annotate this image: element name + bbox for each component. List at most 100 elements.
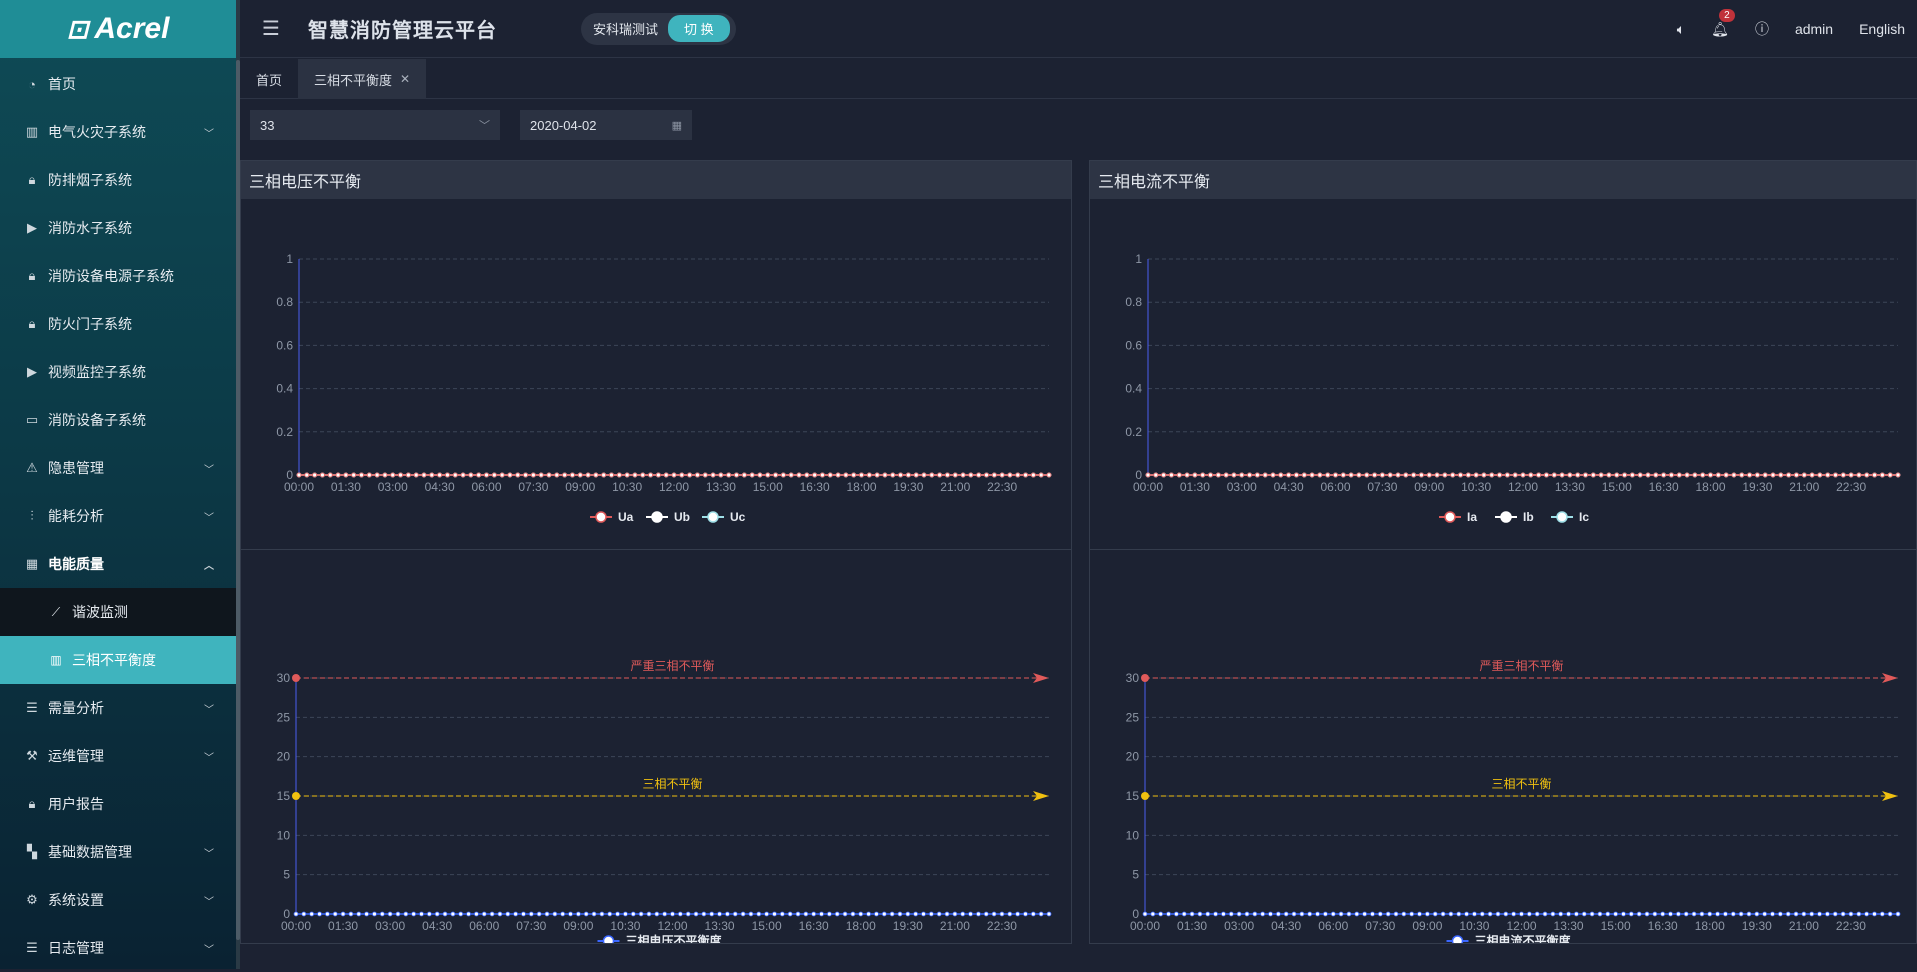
data-point xyxy=(429,472,435,478)
data-point xyxy=(1338,911,1344,917)
data-point xyxy=(476,472,482,478)
data-point xyxy=(1801,472,1807,478)
data-point xyxy=(1473,472,1479,478)
x-tick-label: 00:00 xyxy=(281,919,311,933)
data-point xyxy=(348,911,354,917)
close-icon[interactable]: ✕ xyxy=(400,72,410,86)
panel-divider xyxy=(241,549,1071,550)
data-point xyxy=(1497,472,1502,478)
sidebar-subitem[interactable]: ▥ 三相不平衡度 xyxy=(0,636,236,684)
x-tick-label: 04:30 xyxy=(425,480,455,494)
sidebar-item[interactable]: ⚒ 运维管理 ﹀ xyxy=(0,732,236,780)
data-point xyxy=(351,472,357,478)
sidebar-item[interactable]: ◔ 首页 xyxy=(0,60,236,108)
data-point xyxy=(1315,911,1320,917)
y-tick-label: 25 xyxy=(277,710,291,724)
data-point xyxy=(499,472,505,478)
data-point xyxy=(1770,911,1775,917)
data-point xyxy=(1487,911,1493,917)
data-point xyxy=(585,472,591,478)
data-point xyxy=(445,472,450,478)
data-point xyxy=(437,472,443,478)
sidebar-subitem[interactable]: ⟋ 谐波监测 xyxy=(0,588,236,636)
header-actions: 🔈︎ 🔔︎ 2 ⓘ admin English xyxy=(1677,0,1917,58)
tab-label: 首页 xyxy=(256,72,283,88)
data-point xyxy=(607,911,613,917)
data-point xyxy=(866,472,872,478)
data-point xyxy=(1660,911,1666,917)
sidebar-item-label: 日志管理 xyxy=(48,940,104,956)
date-picker[interactable]: 2020-04-02 ▦ xyxy=(520,110,692,140)
device-select-value: 33 xyxy=(260,117,275,133)
sidebar-item[interactable]: ☰ 需量分析 ﹀ xyxy=(0,684,236,732)
data-point xyxy=(1730,911,1736,917)
data-point xyxy=(1597,911,1603,917)
x-tick-label: 03:00 xyxy=(375,919,405,933)
bell-icon[interactable]: 🔔︎ 2 xyxy=(1711,8,1735,38)
sidebar-item[interactable]: ▶ 视频监控子系统 xyxy=(0,348,236,396)
sidebar-item[interactable]: 🔒︎ 防排烟子系统 xyxy=(0,156,236,204)
sidebar-item[interactable]: ▥ 电气火灾子系统 ﹀ xyxy=(0,108,236,156)
sidebar-item[interactable]: ▶ 消防水子系统 xyxy=(0,204,236,252)
data-point xyxy=(734,472,739,478)
data-point xyxy=(1458,472,1463,478)
device-select[interactable]: 33 ﹀ xyxy=(250,110,500,140)
data-point xyxy=(359,472,364,478)
speaker-icon[interactable]: 🔈︎ xyxy=(1677,21,1685,38)
data-point xyxy=(1419,472,1424,478)
sidebar-item[interactable]: ⫶ 能耗分析 ﹀ xyxy=(0,492,236,540)
data-point xyxy=(663,472,669,478)
x-tick-label: 10:30 xyxy=(610,919,640,933)
sidebar-item[interactable]: ▭ 消防设备子系统 xyxy=(0,396,236,444)
data-point xyxy=(1184,472,1190,478)
sidebar-item[interactable]: 🔒︎ 消防设备电源子系统 xyxy=(0,252,236,300)
y-tick-label: 10 xyxy=(277,828,291,842)
sidebar-item[interactable]: ⚠ 隐患管理 ﹀ xyxy=(0,444,236,492)
legend-label: 三相电压不平衡度 xyxy=(626,933,723,943)
sidebar-item[interactable]: 🔒︎ 用户报告 xyxy=(0,780,236,828)
sidebar-item[interactable]: ⚙ 系统设置 ﹀ xyxy=(0,876,236,924)
data-point xyxy=(1848,472,1854,478)
data-point xyxy=(834,911,840,917)
data-point xyxy=(1385,911,1391,917)
sidebar-subitem-label: 谐波监测 xyxy=(72,604,128,620)
threshold-start-point xyxy=(1141,792,1149,800)
play-icon: ▶ xyxy=(27,220,37,235)
y-tick-label: 30 xyxy=(277,671,291,685)
menu-toggle-icon[interactable]: ☰ xyxy=(262,16,286,41)
data-point xyxy=(732,911,738,917)
data-point xyxy=(1675,911,1681,917)
help-icon[interactable]: ⓘ xyxy=(1755,19,1769,39)
data-point xyxy=(1809,472,1815,478)
sidebar-item[interactable]: 🔒︎ 防火门子系统 xyxy=(0,300,236,348)
tab-bar: 首页 三相不平衡度 ✕ xyxy=(240,59,1917,99)
data-point xyxy=(1379,472,1385,478)
data-point xyxy=(1015,911,1021,917)
x-tick-label: 15:00 xyxy=(752,919,782,933)
data-point xyxy=(881,911,887,917)
tab-three-phase-unbalance[interactable]: 三相不平衡度 ✕ xyxy=(298,59,427,99)
switch-button[interactable]: 切 换 xyxy=(668,15,730,42)
data-point xyxy=(725,911,730,917)
data-point xyxy=(1205,911,1211,917)
data-point xyxy=(616,472,622,478)
sidebar-item[interactable]: ▚ 基础数据管理 ﹀ xyxy=(0,828,236,876)
x-tick-label: 18:00 xyxy=(1695,480,1725,494)
x-tick-label: 06:00 xyxy=(1318,919,1348,933)
language-switch[interactable]: English xyxy=(1859,21,1905,37)
data-point xyxy=(304,472,310,478)
panel-divider xyxy=(1090,549,1916,550)
user-menu[interactable]: admin xyxy=(1795,21,1833,37)
data-point xyxy=(507,472,513,478)
x-tick-label: 22:30 xyxy=(987,480,1017,494)
tab-home[interactable]: 首页 xyxy=(240,59,298,99)
current-chart: 00.20.40.60.8100:00 01:30 03:00 04:30 06:00 0… xyxy=(1125,252,1901,524)
data-point xyxy=(1566,911,1571,917)
sidebar-item[interactable]: ☰ 日志管理 ﹀ xyxy=(0,924,236,972)
threshold-start-point xyxy=(1141,674,1149,682)
data-point xyxy=(648,472,653,478)
data-point xyxy=(1262,472,1268,478)
x-tick-label: 18:00 xyxy=(846,919,876,933)
sidebar-item[interactable]: ▦ 电能质量 ︿ xyxy=(0,540,236,588)
data-point xyxy=(1309,472,1315,478)
